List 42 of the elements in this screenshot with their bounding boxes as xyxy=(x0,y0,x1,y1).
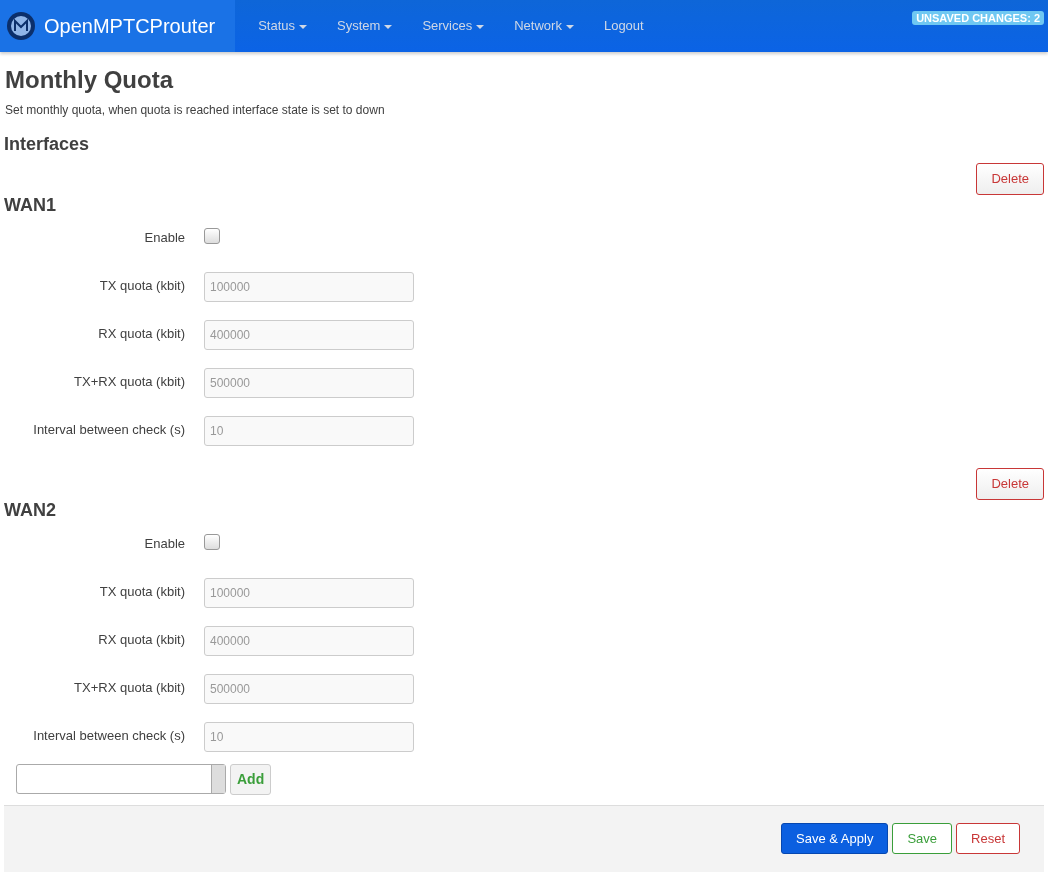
delete-button[interactable]: Delete xyxy=(976,468,1044,500)
field-label: RX quota (kbit) xyxy=(97,325,185,344)
checkbox[interactable] xyxy=(204,228,220,245)
footer-button[interactable]: Save & Apply xyxy=(781,822,889,855)
nav-link[interactable]: Network xyxy=(499,16,589,36)
section-title: Interfaces xyxy=(4,133,91,156)
field-label: TX quota (kbit) xyxy=(98,582,185,601)
caret-icon xyxy=(476,24,485,29)
caret-icon xyxy=(299,24,308,29)
delete-button[interactable]: Delete xyxy=(976,163,1044,195)
field-label: Interval between check (s) xyxy=(32,421,185,440)
checkbox[interactable] xyxy=(204,533,220,550)
footer-button[interactable]: Reset xyxy=(956,822,1020,855)
field-label: RX quota (kbit) xyxy=(97,630,185,649)
input-field[interactable]: 100000 xyxy=(204,577,414,608)
page-description: Set monthly quota, when quota is reached interface state is set to down xyxy=(5,101,386,119)
field-label: TX+RX quota (kbit) xyxy=(73,678,185,697)
input-field[interactable]: 10 xyxy=(204,416,414,447)
field-label: TX+RX quota (kbit) xyxy=(73,373,185,392)
interface-title: WAN2 xyxy=(4,500,57,522)
logo-icon[interactable] xyxy=(6,11,36,41)
field-label: TX quota (kbit) xyxy=(98,277,185,296)
caret-icon xyxy=(384,24,393,29)
nav-link[interactable]: Logout xyxy=(588,16,659,36)
nav-link[interactable]: System xyxy=(322,16,408,36)
footer-button[interactable]: Save xyxy=(892,822,953,855)
input-field[interactable]: 500000 xyxy=(204,368,414,399)
field-label: Enable xyxy=(143,534,185,553)
select-field[interactable] xyxy=(16,764,226,795)
input-field[interactable]: 10 xyxy=(204,721,414,752)
field-label: Enable xyxy=(143,229,185,248)
input-field[interactable]: 400000 xyxy=(204,320,414,351)
input-field[interactable]: 100000 xyxy=(204,272,414,303)
input-field[interactable]: 500000 xyxy=(204,673,414,704)
interface-title: WAN1 xyxy=(4,194,57,217)
field-label: Interval between check (s) xyxy=(32,726,185,745)
input-field[interactable]: 400000 xyxy=(204,625,414,656)
nav-link[interactable]: Services xyxy=(407,16,500,36)
page-title: Monthly Quota xyxy=(5,66,175,95)
nav-link[interactable]: Status xyxy=(243,16,323,36)
add-button[interactable]: Add xyxy=(230,763,272,795)
caret-icon xyxy=(565,24,574,29)
